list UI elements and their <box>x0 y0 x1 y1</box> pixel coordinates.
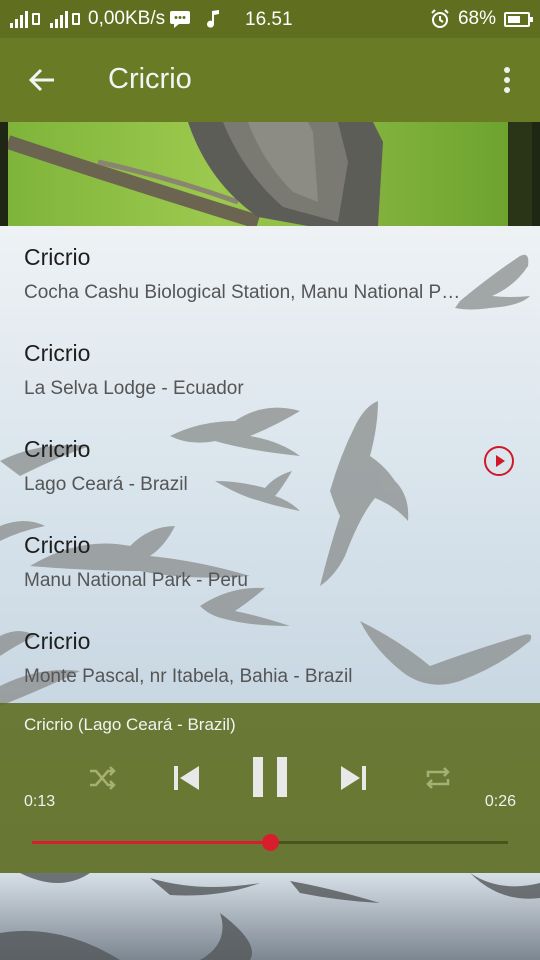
app-bar: Cricrio <box>0 38 540 122</box>
recording-location: Monte Pascal, nr Itabela, Bahia - Brazil <box>24 666 353 687</box>
list-item[interactable]: Cricrio Manu National Park - Peru <box>0 514 540 610</box>
recording-title: Cricrio <box>24 436 91 462</box>
message-icon <box>170 11 191 28</box>
play-circle-icon[interactable] <box>484 446 514 476</box>
shuffle-icon <box>90 766 116 790</box>
recording-title: Cricrio <box>24 532 91 558</box>
status-bar: 0,00KB/s 16.51 68% <box>0 0 540 38</box>
battery-icon <box>504 11 533 27</box>
sim-2-icon <box>72 13 80 25</box>
audio-player: Cricrio (Lago Ceará - Brazil) 0:13 0:26 <box>0 703 540 873</box>
signal-icon <box>10 10 28 28</box>
bird-photo <box>0 122 540 226</box>
skip-next-icon <box>341 766 366 790</box>
recording-title: Cricrio <box>24 628 91 654</box>
music-note-icon <box>207 10 220 28</box>
recording-title: Cricrio <box>24 340 91 366</box>
repeat-button[interactable] <box>420 763 456 793</box>
seek-bar[interactable] <box>32 834 508 851</box>
repeat-icon <box>426 767 450 789</box>
now-playing-title: Cricrio (Lago Ceará - Brazil) <box>24 715 236 734</box>
next-button[interactable] <box>334 761 374 795</box>
list-item[interactable]: Cricrio Monte Pascal, nr Itabela, Bahia … <box>0 610 540 706</box>
background-strip <box>0 873 540 960</box>
page-title: Cricrio <box>108 63 192 95</box>
seek-bar-progress <box>32 841 270 844</box>
recording-location: La Selva Lodge - Ecuador <box>24 378 244 399</box>
more-vert-icon <box>504 67 510 93</box>
seek-bar-thumb[interactable] <box>262 834 279 851</box>
signal-icon <box>50 10 68 28</box>
alarm-icon <box>431 9 449 28</box>
shuffle-button[interactable] <box>84 763 120 793</box>
network-speed: 0,00KB/s <box>88 8 166 29</box>
list-item[interactable]: Cricrio La Selva Lodge - Ecuador <box>0 322 540 418</box>
more-options-button[interactable] <box>492 60 522 100</box>
duration: 0:26 <box>484 793 516 810</box>
list-item[interactable]: Cricrio Lago Ceará - Brazil <box>0 418 540 514</box>
back-button[interactable] <box>22 60 62 100</box>
clock: 16.51 <box>245 9 293 30</box>
recording-location: Cocha Cashu Biological Station, Manu Nat… <box>24 282 464 303</box>
recordings-list: Cricrio Cocha Cashu Biological Station, … <box>0 226 540 706</box>
list-item[interactable]: Cricrio Cocha Cashu Biological Station, … <box>0 226 540 322</box>
previous-button[interactable] <box>166 761 206 795</box>
current-time: 0:13 <box>24 793 56 810</box>
recording-title: Cricrio <box>24 244 91 270</box>
pause-button[interactable] <box>248 753 292 801</box>
sim-icon <box>32 13 40 25</box>
recording-location: Lago Ceará - Brazil <box>24 474 188 495</box>
battery-percent: 68% <box>457 8 496 29</box>
skip-previous-icon <box>174 766 199 790</box>
pause-icon <box>253 757 287 797</box>
recording-location: Manu National Park - Peru <box>24 570 248 591</box>
arrow-back-icon <box>29 68 54 92</box>
